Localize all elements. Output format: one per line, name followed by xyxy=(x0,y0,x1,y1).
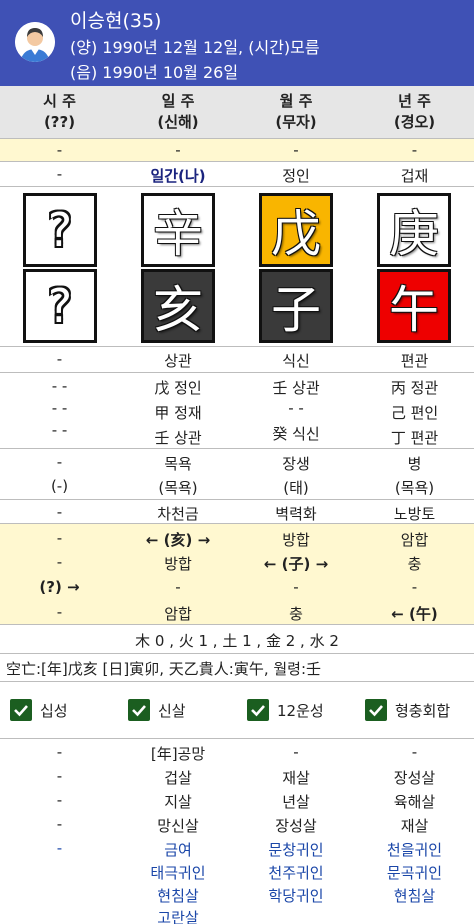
checkbox-label-sipsin[interactable]: 십성 xyxy=(40,700,68,721)
elements-count-row: 木 0 , 火 1 , 土 1 , 金 2 , 水 2 xyxy=(0,624,474,653)
pillar-glyph-area: ? 辛 戊 庚 ? 亥 子 午 xyxy=(0,186,474,346)
hidden-stems-row: - - - - - - 戊 정인 甲 정재 壬 상관 壬 상관 - - 癸 식신… xyxy=(0,372,474,448)
day-master-label: 일간(나) xyxy=(150,167,206,185)
month-branch-tile[interactable]: 子 xyxy=(259,269,333,343)
napeum-row: - 차천금 벽력화 노방토 xyxy=(0,499,474,523)
pillar-header-day: 일 주 (신해) xyxy=(157,92,199,131)
pillar-header-hour: 시 주 (??) xyxy=(43,92,76,131)
hour-stem-tile[interactable]: ? xyxy=(23,193,97,267)
pillar-header-row: 시 주 (??) 일 주 (신해) 월 주 (무자) 년 주 (경오) xyxy=(0,86,474,138)
profile-lunar-date: (음) 1990년 10월 26일 xyxy=(70,63,239,82)
profile-header: 이승현(35) (양) 1990년 12월 12일, (시간)모름 (음) 19… xyxy=(0,0,474,86)
day-branch-tile[interactable]: 亥 xyxy=(141,269,215,343)
display-options: 십성 신살 12운성 형충회합 xyxy=(0,681,474,738)
gongmang-text: 空亡:[年]戊亥 [日]寅卯, 天乙貴人:寅午, 월령:壬 xyxy=(6,660,322,678)
check-icon[interactable] xyxy=(128,699,150,721)
check-icon[interactable] xyxy=(365,699,387,721)
check-icon[interactable] xyxy=(10,699,32,721)
profile-name: 이승현(35) xyxy=(70,10,162,32)
hour-branch-tile[interactable]: ? xyxy=(23,269,97,343)
checkbox-label-unseong[interactable]: 12운성 xyxy=(277,700,324,721)
stem-sipsin-row: - 일간(나) 정인 겁재 xyxy=(0,161,474,186)
relations-row: - - (?) → - ← (亥) → 방합 - 암합 방합 ← (子) → -… xyxy=(0,523,474,624)
sinsal-section: - - - - - [年]공망 겁살 지살 망신살 금여 태극귀인 현침살 고란… xyxy=(0,738,474,924)
checkbox-label-sinsal[interactable]: 신살 xyxy=(158,700,186,721)
blank-row: - - - - xyxy=(0,138,474,161)
branch-sipsin-row: - 상관 식신 편관 xyxy=(0,346,474,372)
gongmang-row: 空亡:[年]戊亥 [日]寅卯, 天乙貴人:寅午, 월령:壬 xyxy=(0,653,474,681)
profile-solar-date: (양) 1990년 12월 12일, (시간)모름 xyxy=(70,38,320,57)
month-stem-tile[interactable]: 戊 xyxy=(259,193,333,267)
year-stem-tile[interactable]: 庚 xyxy=(377,193,451,267)
checkbox-label-relations[interactable]: 형충회합 xyxy=(395,700,450,721)
day-stem-tile[interactable]: 辛 xyxy=(141,193,215,267)
pillar-header-month: 월 주 (무자) xyxy=(275,92,317,131)
twelve-stages-row: - (-) 목욕 (목욕) 장생 (태) 병 (목욕) xyxy=(0,448,474,499)
elements-count: 木 0 , 火 1 , 土 1 , 金 2 , 水 2 xyxy=(135,632,339,650)
avatar-icon xyxy=(15,22,55,62)
pillar-header-year: 년 주 (경오) xyxy=(393,92,436,131)
check-icon[interactable] xyxy=(247,699,269,721)
year-branch-tile[interactable]: 午 xyxy=(377,269,451,343)
